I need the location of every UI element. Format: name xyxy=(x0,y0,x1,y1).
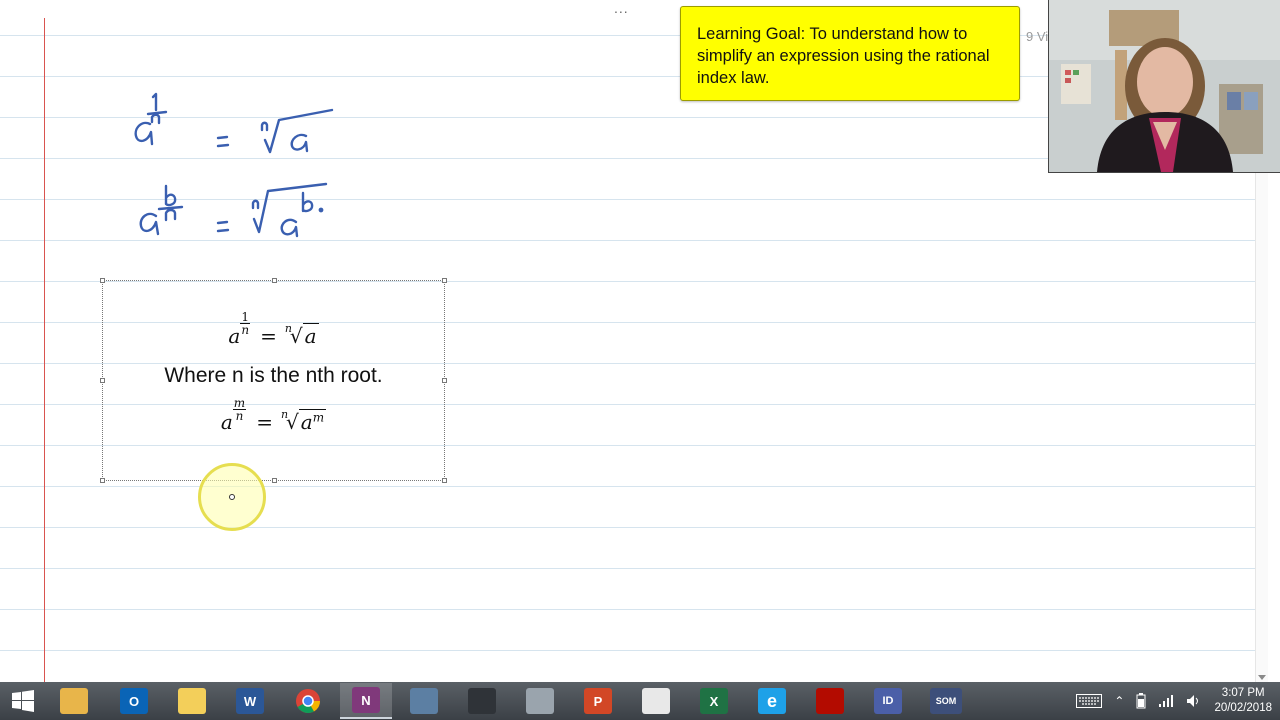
indesign-icon: ID xyxy=(874,688,902,714)
onenote-icon: N xyxy=(352,687,380,713)
taskbar-chrome[interactable] xyxy=(282,683,334,719)
signal-icon[interactable] xyxy=(1158,694,1174,708)
calculator-icon xyxy=(410,688,438,714)
radical-icon: √ xyxy=(289,324,303,348)
outlook-icon: O xyxy=(120,688,148,714)
word-icon: W xyxy=(236,688,264,714)
exponent-fraction: mn xyxy=(232,397,247,423)
radicand-power: m xyxy=(312,410,325,425)
more-options-dots[interactable]: ... xyxy=(614,0,629,16)
show-hidden-icons-chevron-icon[interactable]: ⌃ xyxy=(1114,694,1124,708)
radicand: a xyxy=(302,323,319,348)
taskbar-acrobat-reader[interactable] xyxy=(804,683,856,719)
system-tray: ⌃ 3:07 PM 20/02/2018 xyxy=(1076,682,1272,720)
battery-icon[interactable] xyxy=(1136,693,1146,709)
resize-handle-bottom-right[interactable] xyxy=(442,478,447,483)
folder-icon xyxy=(60,688,88,714)
internet-explorer-icon: e xyxy=(758,688,786,714)
radicand-group: am xyxy=(298,409,327,434)
start-button[interactable] xyxy=(0,683,46,719)
resize-handle-bottom-left[interactable] xyxy=(100,478,105,483)
taskbar-word[interactable]: W xyxy=(224,683,276,719)
radicand: a xyxy=(300,410,313,434)
formula-description: Where n is the nth root. xyxy=(164,364,383,387)
learning-goal-text: Learning Goal: To understand how to simp… xyxy=(697,25,990,87)
taskbar-internet-explorer[interactable]: e xyxy=(746,683,798,719)
exponent-fraction: 1n xyxy=(240,311,251,337)
page-margin-line xyxy=(44,18,45,682)
taskbar-outlook[interactable]: O xyxy=(108,683,160,719)
resize-handle-top-left[interactable] xyxy=(100,278,105,283)
volume-icon[interactable] xyxy=(1186,694,1202,708)
nth-root: n√ a xyxy=(285,322,319,348)
resize-handle-top[interactable] xyxy=(272,278,277,283)
folder-green-icon xyxy=(178,688,206,714)
equals-sign: = xyxy=(256,410,273,434)
som-icon: SOM xyxy=(930,688,962,714)
mouse-cursor-icon xyxy=(229,494,235,500)
formula-text-box[interactable]: a 1 n = n√ a Where n is the nth root. a m n = n√ a… xyxy=(100,278,447,483)
graphing-calculator-icon xyxy=(468,688,496,714)
keyboard-icon[interactable] xyxy=(1076,694,1103,708)
taskbar-explorer-folder[interactable] xyxy=(166,683,218,719)
taskbar-acrobat[interactable] xyxy=(630,683,682,719)
taskbar-file-explorer[interactable] xyxy=(48,683,100,719)
taskbar-excel[interactable]: X xyxy=(688,683,740,719)
handwritten-formulas xyxy=(134,92,334,238)
formula-base: a xyxy=(228,324,241,348)
snipping-tool-icon xyxy=(526,688,554,714)
webcam-video xyxy=(1048,0,1280,173)
taskbar-som-app[interactable]: SOM xyxy=(920,683,972,719)
formula-unit-fraction: a 1 n = n√ a xyxy=(103,311,444,348)
scroll-down-arrow-icon[interactable] xyxy=(1258,675,1266,680)
clock-time: 3:07 PM xyxy=(1221,687,1265,699)
resize-handle-bottom[interactable] xyxy=(272,478,277,483)
powerpoint-icon: P xyxy=(584,688,612,714)
learning-goal-note[interactable]: Learning Goal: To understand how to simp… xyxy=(680,6,1020,101)
nth-root: n√ am xyxy=(281,408,327,434)
chrome-icon xyxy=(296,689,320,714)
taskbar-onenote[interactable]: N xyxy=(340,683,392,719)
taskbar-calculator[interactable] xyxy=(398,683,450,719)
hidden-page-text: 9 Vi xyxy=(1026,29,1049,44)
webcam-presenter-image xyxy=(1049,0,1280,172)
exponent-denominator: n xyxy=(241,323,250,337)
excel-icon: X xyxy=(700,688,728,714)
taskbar-clock[interactable]: 3:07 PM 20/02/2018 xyxy=(1214,686,1272,716)
acrobat-reader-icon xyxy=(816,688,844,714)
taskbar-snipping-tool[interactable] xyxy=(514,683,566,719)
equals-sign: = xyxy=(260,324,277,348)
formula-general-fraction: a m n = n√ am xyxy=(103,397,444,434)
taskbar-graphing-calculator[interactable] xyxy=(456,683,508,719)
windows-logo-icon xyxy=(12,690,34,712)
exponent-denominator: n xyxy=(235,409,244,423)
acrobat-icon xyxy=(642,688,670,714)
resize-handle-top-right[interactable] xyxy=(442,278,447,283)
taskbar-powerpoint[interactable]: P xyxy=(572,683,624,719)
clock-date: 20/02/2018 xyxy=(1214,702,1272,714)
radical-icon: √ xyxy=(286,410,299,434)
taskbar-indesign[interactable]: ID xyxy=(862,683,914,719)
windows-taskbar: O W N P X e ID SOM ⌃ 3:07 PM 20/02/2018 xyxy=(0,682,1280,720)
formula-base: a xyxy=(220,410,233,434)
